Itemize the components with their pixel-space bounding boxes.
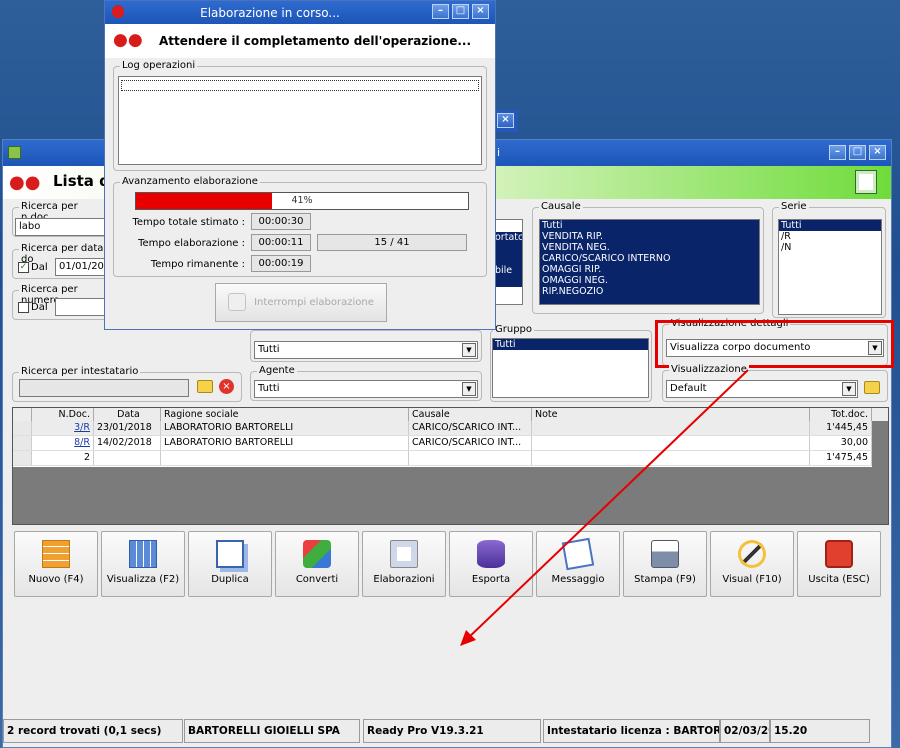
dialog-header-text: Attendere il completamento dell'operazio…	[159, 34, 472, 48]
tempo-elaborazione-label: Tempo elaborazione :	[138, 238, 245, 249]
tempo-elaborazione-value: 00:00:11	[251, 234, 311, 251]
progress-counter: 15 / 41	[317, 234, 467, 251]
interrupt-button[interactable]: Interrompi elaborazione	[215, 283, 387, 322]
interrupt-icon	[228, 293, 247, 311]
dialog-maximize-button[interactable]: □	[452, 4, 469, 19]
tempo-totale-value: 00:00:30	[251, 213, 311, 230]
dialog-titlebar: Elaborazione in corso... – □ ×	[105, 1, 495, 24]
dialog-close-button[interactable]: ×	[472, 4, 489, 19]
progress-percent: 41%	[291, 195, 313, 206]
tempo-rimanente-label: Tempo rimanente :	[150, 259, 245, 270]
log-legend: Log operazioni	[120, 60, 198, 71]
progress-legend: Avanzamento elaborazione	[120, 176, 260, 187]
dialog-title: Elaborazione in corso...	[200, 6, 340, 20]
interrupt-label: Interrompi elaborazione	[254, 297, 374, 308]
dialog-header: ●● Attendere il completamento dell'opera…	[105, 24, 495, 58]
progress-dialog: Elaborazione in corso... – □ × ●● Attend…	[104, 0, 496, 330]
tempo-rimanente-value: 00:00:19	[251, 255, 311, 272]
tempo-totale-label: Tempo totale stimato :	[132, 217, 245, 228]
log-box[interactable]	[118, 76, 482, 165]
progress-bar: 41%	[135, 192, 469, 210]
strawberry-logo: ●●	[113, 30, 143, 50]
dialog-minimize-button[interactable]: –	[432, 4, 449, 19]
